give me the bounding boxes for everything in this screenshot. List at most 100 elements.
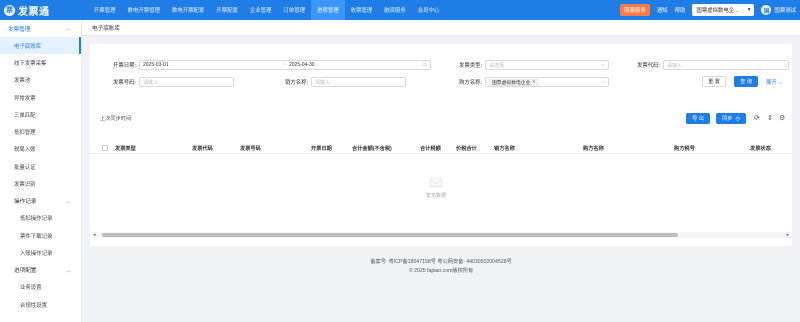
buyer-name-select[interactable]: 国票虚拟数电企业 × ⌵	[485, 77, 609, 87]
sync-button[interactable]: 同步 ◷	[716, 113, 746, 124]
invoice-type-select[interactable]: 请选择 ⌵	[485, 60, 609, 70]
chevron-down-icon: ▾	[747, 7, 751, 13]
column-header[interactable]: 开票日期	[311, 145, 332, 152]
buyer-name-label: 购方名称:	[458, 80, 482, 86]
tab-ledger[interactable]: 电子底账库	[92, 24, 120, 32]
sidebar-item-ledger[interactable]: 电子底账库	[0, 37, 81, 55]
sidebar-group-operation-logs[interactable]: 操作记录 ︿	[0, 193, 81, 210]
sidebar-item-three-way-match[interactable]: 三单匹配	[0, 106, 81, 123]
column-header[interactable]: 发票代码	[192, 145, 213, 152]
nav-item-invoicing[interactable]: 开票管理	[88, 0, 122, 20]
top-bar: 票 发票通 开票管理 数电开票管理 数电开票配置 开票配置 企业管理 订单管理 …	[0, 0, 800, 20]
nav-item-orders[interactable]: 订单管理	[277, 0, 311, 20]
column-header[interactable]: 销方名称	[494, 145, 515, 152]
invoice-code-input[interactable]: 请输入	[663, 60, 789, 70]
user-menu[interactable]: 国 国票测试	[761, 5, 796, 15]
scroll-right-icon[interactable]: ▸	[786, 232, 789, 238]
chevron-up-icon: ︿	[65, 198, 71, 205]
date-to: 2025-04-30	[289, 62, 315, 68]
sidebar-group-label: 发票管理	[8, 26, 31, 33]
company-selector[interactable]: 国票虚拟数电企... ▾	[692, 4, 755, 16]
nav-item-input-invoices[interactable]: 进项管理	[311, 0, 345, 20]
invoice-code-label: 发票代码:	[636, 63, 660, 69]
notice-link[interactable]: 通知	[657, 6, 668, 14]
buyer-tag-label: 国票虚拟数电企业	[492, 80, 531, 86]
sidebar-item-tax-entry[interactable]: 税局入账	[0, 141, 81, 158]
column-header[interactable]: 发票类型	[115, 145, 136, 152]
sidebar-item-offline-collect[interactable]: 线下发票采集	[0, 54, 81, 71]
sidebar-item-business-settings[interactable]: 业务设置	[0, 279, 81, 296]
calendar-icon: ▭	[422, 62, 427, 68]
table-header: 发票类型 发票代码 发票号码 开票日期 合计金额(不含税) 合计税额 价税合计 …	[90, 142, 792, 154]
invoice-type-placeholder: 请选择	[489, 62, 505, 69]
main-nav: 开票管理 数电开票管理 数电开票配置 开票配置 企业管理 订单管理 进项管理 收…	[88, 0, 445, 20]
chevron-down-icon: ⌵	[601, 79, 605, 85]
sync-label: 同步	[722, 116, 733, 122]
sidebar-item-deduction-log[interactable]: 抵扣操作记录	[0, 210, 81, 227]
date-from: 2025-03-01	[143, 62, 169, 68]
nav-item-invoice-config[interactable]: 开票配置	[210, 0, 244, 20]
sidebar-group-label: 进项配置	[14, 268, 37, 275]
invoice-date-label: 开票日期:	[112, 63, 136, 69]
column-header[interactable]: 合计税额	[420, 145, 441, 152]
buyer-name-tag[interactable]: 国票虚拟数电企业 ×	[489, 78, 539, 86]
invoice-no-label: 发票号码:	[112, 80, 136, 86]
horizontal-scrollbar[interactable]: ◂ ▸	[92, 232, 790, 238]
sidebar-item-batch-certify[interactable]: 批量认证	[0, 158, 81, 175]
close-icon[interactable]: ×	[532, 80, 535, 85]
empty-text: 暂无数据	[425, 193, 446, 199]
footer-copyright: © 2025 fapiao.com版权所有	[408, 268, 474, 274]
app-logo[interactable]: 票 发票通	[0, 3, 88, 18]
column-header[interactable]: 购方名称	[583, 145, 604, 152]
sidebar-item-recognition[interactable]: 发票识别	[0, 175, 81, 192]
chevron-up-icon: ︿	[65, 267, 71, 274]
scroll-left-icon[interactable]: ◂	[93, 232, 96, 238]
sidebar-item-compliance-settings[interactable]: 合规性设置	[0, 296, 81, 313]
seller-name-label: 销方名称:	[284, 80, 308, 86]
table-panel: 上次同步时间: 导 出 同步 ◷ ⟳ ⇕ ⚙ 发票类型 发票代码 发票号码 开票…	[90, 106, 792, 246]
settings-icon[interactable]: ⚙	[779, 114, 785, 122]
column-header[interactable]: 购方税号	[674, 145, 695, 152]
empty-inbox-icon	[428, 177, 444, 188]
sidebar-item-deduction[interactable]: 抵扣管理	[0, 123, 81, 140]
column-header[interactable]: 合计金额(不含税)	[352, 145, 392, 152]
invoice-no-input[interactable]: 请输入	[139, 77, 234, 87]
refresh-icon[interactable]: ⟳	[754, 114, 760, 122]
nav-item-membership[interactable]: 会员中心	[412, 0, 446, 20]
scrollbar-thumb[interactable]	[102, 233, 678, 237]
help-link[interactable]: 帮助	[675, 6, 686, 14]
top-right-area: 限量服务 通知 帮助 国票虚拟数电企... ▾ 国 国票测试	[620, 0, 796, 20]
expand-link[interactable]: 展开 ⌵	[766, 78, 782, 87]
column-header[interactable]: 发票状态	[750, 145, 771, 152]
sidebar-item-invoice-pool[interactable]: 发票池	[0, 72, 81, 89]
query-button[interactable]: 查 询	[734, 76, 758, 87]
chevron-up-icon: ︿	[65, 26, 71, 32]
nav-item-digital-config[interactable]: 数电开票配置	[166, 0, 210, 20]
column-height-icon[interactable]: ⇕	[767, 114, 773, 122]
sidebar-group-invoice-management[interactable]: 发票管理 ︿	[0, 20, 81, 37]
avatar: 国	[761, 5, 772, 15]
sidebar-group-input-config[interactable]: 进项配置 ︿	[0, 262, 81, 279]
seller-name-input[interactable]: 请输入	[311, 77, 406, 87]
nav-item-receipts[interactable]: 收票管理	[345, 0, 379, 20]
nav-item-company[interactable]: 企业管理	[244, 0, 278, 20]
sidebar-group-label: 操作记录	[14, 199, 37, 206]
nav-item-finance[interactable]: 融资服务	[378, 0, 412, 20]
invoice-date-range[interactable]: 2025-03-01 ~ 2025-04-30 ▭	[139, 60, 431, 70]
sidebar-item-download-log[interactable]: 票件下载记录	[0, 227, 81, 244]
sidebar-item-abnormal[interactable]: 异常发票	[0, 89, 81, 106]
select-all-checkbox[interactable]	[102, 145, 108, 151]
promo-badge[interactable]: 限量服务	[620, 4, 650, 16]
expand-label: 展开	[766, 80, 777, 86]
footer-record-numbers: 备案号: 粤ICP备18047158号 粤公网安备: 4403050200452…	[370, 259, 512, 265]
date-separator: ~	[283, 62, 286, 68]
column-header[interactable]: 价税合计	[456, 145, 477, 152]
chevron-down-icon: ⌵	[778, 80, 783, 86]
export-button[interactable]: 导 出	[686, 113, 710, 124]
page-tabbar: 电子底账库	[82, 20, 800, 36]
reset-button[interactable]: 重 置	[702, 76, 726, 87]
nav-item-digital-invoicing[interactable]: 数电开票管理	[122, 0, 166, 20]
column-header[interactable]: 发票号码	[240, 145, 261, 152]
sidebar-item-entry-log[interactable]: 入账操作记录	[0, 244, 81, 261]
chevron-down-icon: ⌵	[601, 62, 605, 68]
